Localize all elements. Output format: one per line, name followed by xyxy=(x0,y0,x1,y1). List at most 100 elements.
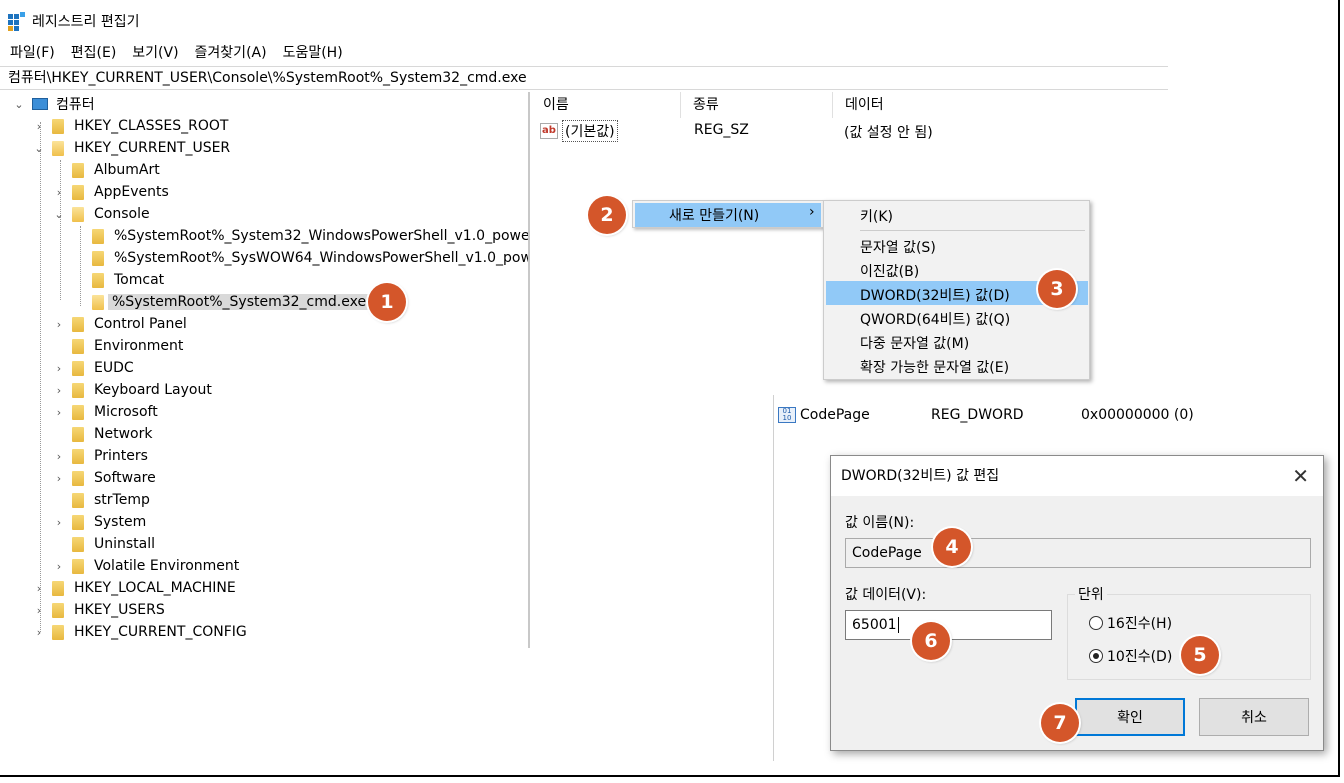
dialog-title: DWORD(32비트) 값 편집 xyxy=(831,456,1323,496)
tree-label: HKEY_CURRENT_CONFIG xyxy=(74,624,247,640)
tree-item-hku[interactable]: › HKEY_USERS xyxy=(32,599,165,621)
menu-help[interactable]: 도움말(H) xyxy=(273,40,349,64)
folder-icon xyxy=(72,162,84,178)
chevron-down-icon[interactable]: ⌄ xyxy=(32,141,46,155)
chevron-right-icon[interactable]: › xyxy=(52,383,66,397)
tree-label: Control Panel xyxy=(94,316,187,332)
menu-edit[interactable]: 편집(E) xyxy=(61,40,123,64)
chevron-right-icon[interactable]: › xyxy=(32,581,46,595)
cancel-button[interactable]: 취소 xyxy=(1199,698,1309,736)
tree-pane: ⌄ 컴퓨터 › HKEY_CLASSES_ROOT ⌄ HKEY_CURRENT… xyxy=(0,92,530,648)
address-bar[interactable]: 컴퓨터\HKEY_CURRENT_USER\Console\%SystemRoo… xyxy=(0,66,1168,90)
title-bar: 레지스트리 편집기 xyxy=(8,8,140,34)
menu-item-new-label: 새로 만들기(N) xyxy=(669,208,760,224)
close-icon[interactable]: ✕ xyxy=(1292,464,1309,488)
folder-open-icon xyxy=(52,140,64,156)
tree-label: 컴퓨터 xyxy=(56,97,95,113)
tree-item-control-panel[interactable]: › Control Panel xyxy=(52,313,187,335)
tree-item-software[interactable]: › Software xyxy=(52,467,156,489)
ok-button[interactable]: 확인 xyxy=(1075,698,1185,736)
tree-item-strtemp[interactable]: strTemp xyxy=(52,489,150,511)
submenu-item-binary[interactable]: 이진값(B) xyxy=(860,261,919,281)
value-type: REG_SZ xyxy=(694,122,749,138)
menu-separator xyxy=(860,230,1085,231)
tree-label: HKEY_CLASSES_ROOT xyxy=(74,118,229,134)
registry-editor-icon xyxy=(8,12,26,31)
tree-item-keyboard-layout[interactable]: › Keyboard Layout xyxy=(52,379,212,401)
value-row-codepage[interactable]: 01 10 CodePage xyxy=(778,404,870,426)
tree-label: Network xyxy=(94,426,153,442)
folder-icon xyxy=(52,118,64,134)
radio-checked-icon xyxy=(1089,649,1103,663)
tree-label: System xyxy=(94,514,147,530)
dword-value-icon: 01 10 xyxy=(778,407,796,423)
value-data-label: 값 데이터(V): xyxy=(845,587,927,603)
column-header-type[interactable]: 종류 xyxy=(680,92,719,118)
radio-decimal[interactable]: 10진수(D) xyxy=(1089,646,1172,666)
tree-item-powershell[interactable]: %SystemRoot%_System32_WindowsPowerShell_… xyxy=(72,225,528,247)
chevron-right-icon[interactable]: › xyxy=(52,405,66,419)
tree-label: Console xyxy=(94,206,150,222)
tree-item-network[interactable]: Network xyxy=(52,423,152,445)
tree-item-appevents[interactable]: › AppEvents xyxy=(52,181,169,203)
value-name-field[interactable]: CodePage xyxy=(845,538,1311,568)
column-header-data[interactable]: 데이터 xyxy=(832,92,884,118)
text-cursor xyxy=(897,617,899,633)
tree-label: AlbumArt xyxy=(94,162,160,178)
tree-item-powershell-wow64[interactable]: %SystemRoot%_SysWOW64_WindowsPowerShell_… xyxy=(72,247,528,269)
chevron-down-icon[interactable]: ⌄ xyxy=(12,97,26,111)
menu-favorites[interactable]: 즐겨찾기(A) xyxy=(185,40,273,64)
folder-icon xyxy=(72,514,84,530)
chevron-right-icon[interactable]: › xyxy=(52,317,66,331)
submenu-item-dword[interactable]: DWORD(32비트) 값(D) xyxy=(860,285,1010,305)
value-name-label: 값 이름(N): xyxy=(845,515,915,531)
menu-file[interactable]: 파일(F) xyxy=(0,40,61,64)
tree-item-uninstall[interactable]: Uninstall xyxy=(52,533,155,555)
chevron-right-icon[interactable]: › xyxy=(52,185,66,199)
chevron-right-icon[interactable]: › xyxy=(52,471,66,485)
value-type: REG_DWORD xyxy=(931,407,1024,423)
tree-item-hkcr[interactable]: › HKEY_CLASSES_ROOT xyxy=(32,115,229,137)
folder-icon xyxy=(52,624,64,640)
no-expand-icon xyxy=(72,295,86,309)
step-badge-6: 6 xyxy=(912,622,950,660)
tree-item-hkcu[interactable]: ⌄ HKEY_CURRENT_USER xyxy=(32,137,230,159)
tree-item-console[interactable]: ⌄ Console xyxy=(52,203,150,225)
tree-item-eudc[interactable]: › EUDC xyxy=(52,357,134,379)
chevron-right-icon[interactable]: › xyxy=(32,625,46,639)
chevron-right-icon[interactable]: › xyxy=(32,603,46,617)
value-data: (값 설정 안 됨) xyxy=(844,125,933,141)
no-expand-icon xyxy=(52,339,66,353)
tree-item-printers[interactable]: › Printers xyxy=(52,445,148,467)
radio-hex[interactable]: 16진수(H) xyxy=(1089,613,1172,633)
chevron-right-icon[interactable]: › xyxy=(32,119,46,133)
tree-item-environment[interactable]: Environment xyxy=(52,335,183,357)
tree-item-volatile-environment[interactable]: › Volatile Environment xyxy=(52,555,239,577)
chevron-right-icon[interactable]: › xyxy=(52,559,66,573)
tree-item-microsoft[interactable]: › Microsoft xyxy=(52,401,158,423)
radio-decimal-label: 10진수(D) xyxy=(1107,649,1173,665)
chevron-right-icon[interactable]: › xyxy=(52,449,66,463)
no-expand-icon xyxy=(52,537,66,551)
submenu-item-string[interactable]: 문자열 값(S) xyxy=(860,237,936,257)
chevron-down-icon[interactable]: ⌄ xyxy=(52,207,66,221)
column-header-name[interactable]: 이름 xyxy=(543,92,569,118)
chevron-right-icon[interactable]: › xyxy=(52,515,66,529)
menu-view[interactable]: 보기(V) xyxy=(122,40,184,64)
submenu-item-multi-string[interactable]: 다중 문자열 값(M) xyxy=(860,333,969,353)
tree-item-hklm[interactable]: › HKEY_LOCAL_MACHINE xyxy=(32,577,236,599)
submenu-item-expandable-string[interactable]: 확장 가능한 문자열 값(E) xyxy=(860,357,1009,377)
tree-item-tomcat[interactable]: Tomcat xyxy=(72,269,164,291)
folder-icon xyxy=(72,360,84,376)
value-row-default[interactable]: ab (기본값) xyxy=(540,120,618,142)
tree-item-albumart[interactable]: AlbumArt xyxy=(52,159,160,181)
submenu-item-qword[interactable]: QWORD(64비트) 값(Q) xyxy=(860,309,1010,329)
chevron-right-icon[interactable]: › xyxy=(52,361,66,375)
tree-label: Volatile Environment xyxy=(94,558,240,574)
tree-item-cmd[interactable]: %SystemRoot%_System32_cmd.exe xyxy=(72,291,373,313)
tree-item-computer[interactable]: ⌄ 컴퓨터 xyxy=(12,93,95,115)
submenu-item-key[interactable]: 키(K) xyxy=(860,206,893,226)
folder-open-icon xyxy=(92,294,104,310)
tree-item-system[interactable]: › System xyxy=(52,511,146,533)
tree-item-hkcc[interactable]: › HKEY_CURRENT_CONFIG xyxy=(32,621,247,643)
